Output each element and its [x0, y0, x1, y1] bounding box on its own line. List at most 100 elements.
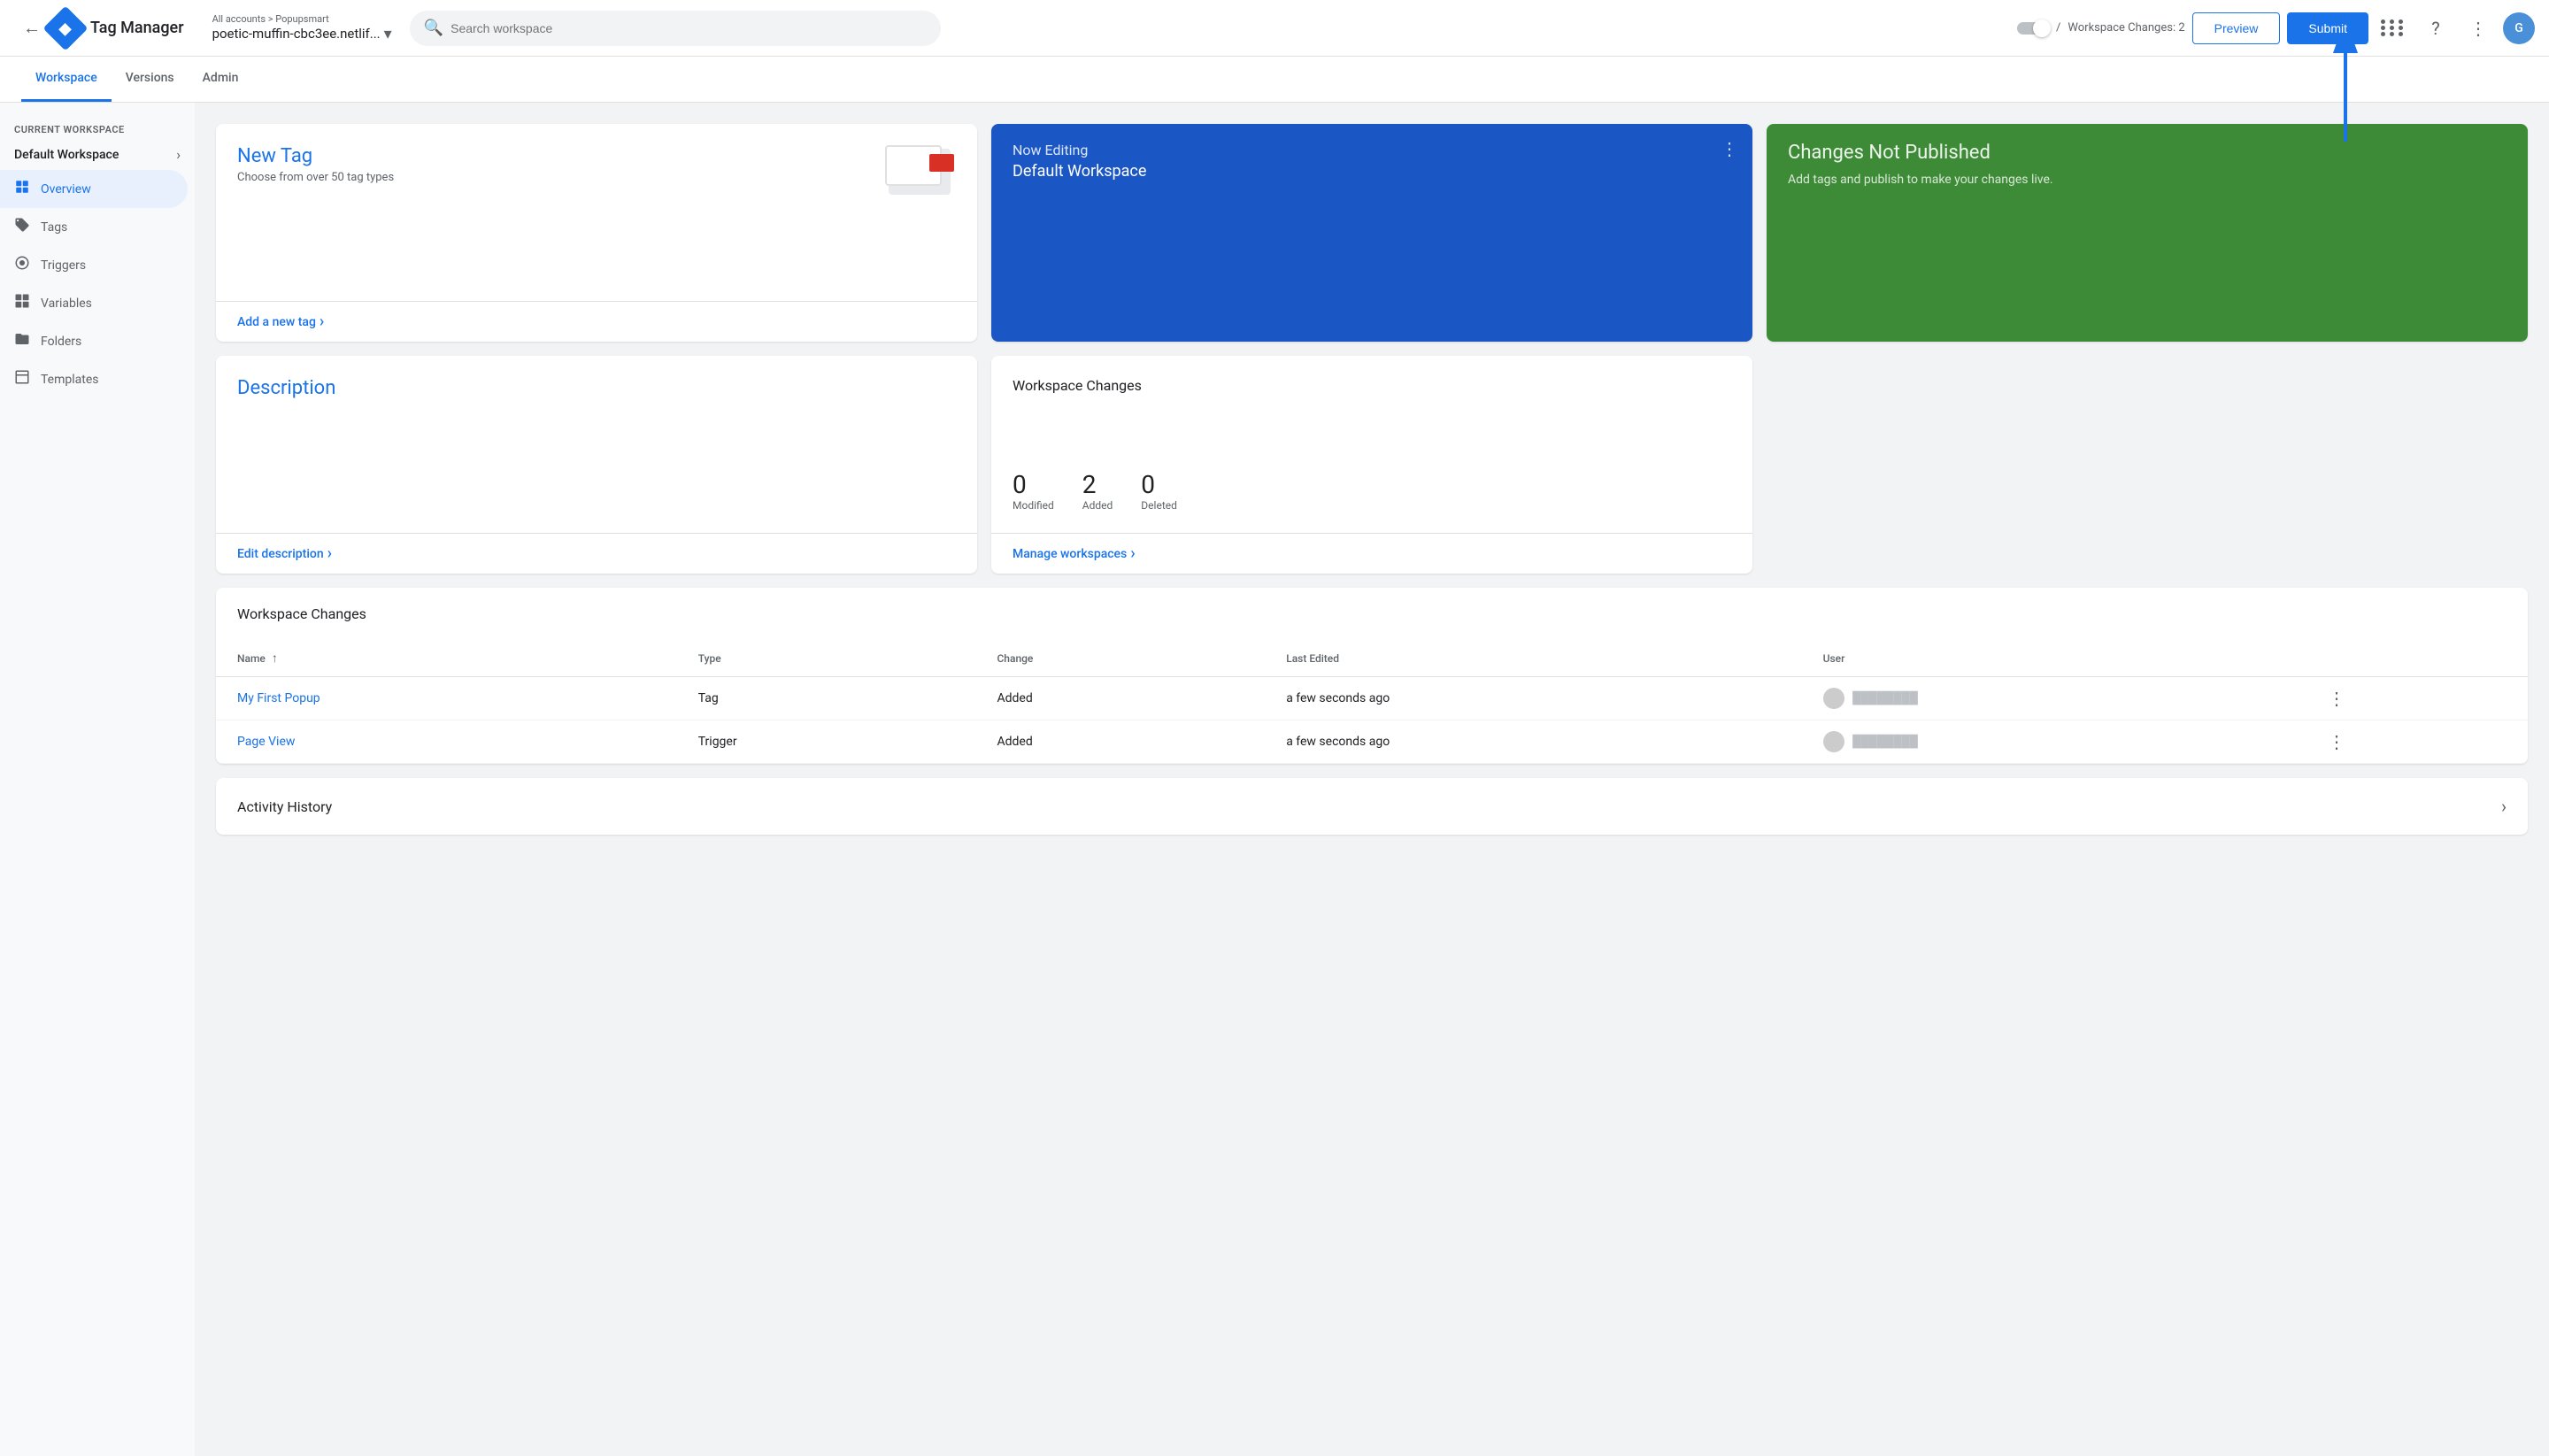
user-avatar[interactable]: G [2503, 12, 2535, 44]
app-logo: ◆ Tag Manager [50, 12, 184, 44]
more-options-button[interactable]: ⋮ [2460, 11, 2496, 46]
workspace-changes-table-title: Workspace Changes [237, 605, 366, 622]
sidebar-section-label: CURRENT WORKSPACE [0, 117, 195, 139]
description-card-body: Description [216, 356, 977, 533]
row1-user-name: ████████ [1852, 692, 1918, 705]
sidebar-item-tags[interactable]: Tags [0, 208, 188, 246]
not-published-card: Changes Not Published Add tags and publi… [1767, 124, 2528, 342]
row1-user: ████████ [1802, 677, 2306, 720]
edit-description-arrow-icon: › [327, 544, 332, 563]
sidebar-item-triggers[interactable]: Triggers [0, 246, 188, 284]
toggle-thumb [2033, 19, 2051, 37]
col-name: Name ↑ [216, 640, 677, 677]
stat-modified-number: 0 [1013, 470, 1054, 499]
sidebar-item-label-folders: Folders [41, 335, 81, 349]
row2-user: ████████ [1802, 720, 2306, 764]
row1-more-button[interactable]: ⋮ [2328, 688, 2345, 709]
tab-admin[interactable]: Admin [189, 57, 253, 102]
table-header-row: Name ↑ Type Change Last Edited User [216, 640, 2528, 677]
new-tag-card: New Tag Choose from over 50 tag types Ad… [216, 124, 977, 342]
stat-deleted-number: 0 [1141, 470, 1177, 499]
table-body: My First Popup Tag Added a few seconds a… [216, 677, 2528, 764]
search-icon: 🔍 [424, 19, 443, 37]
manage-workspaces-link[interactable]: Manage workspaces › [991, 533, 1752, 574]
tag-icon-wrapper [885, 145, 956, 198]
sidebar-item-label-tags: Tags [41, 220, 67, 235]
workspace-changes-table-header: Workspace Changes [216, 588, 2528, 640]
col-last-edited: Last Edited [1265, 640, 1801, 677]
row2-last-edited: a few seconds ago [1265, 720, 1801, 764]
activity-history-card: Activity History › [216, 778, 2528, 835]
stat-modified: 0 Modified [1013, 470, 1054, 512]
sidebar: CURRENT WORKSPACE Default Workspace › Ov… [0, 103, 195, 1456]
table-head: Name ↑ Type Change Last Edited User [216, 640, 2528, 677]
account-selector[interactable]: All accounts > Popupsmart poetic-muffin-… [212, 13, 392, 43]
row2-type: Trigger [677, 720, 976, 764]
sidebar-item-folders[interactable]: Folders [0, 322, 188, 360]
sidebar-item-label-triggers: Triggers [41, 258, 86, 273]
row2-actions: ⋮ [2306, 720, 2528, 764]
now-editing-card: Now Editing Default Workspace ⋮ [991, 124, 1752, 342]
workspace-selector[interactable]: Default Workspace › [0, 139, 195, 170]
workspace-name: Default Workspace [14, 148, 176, 162]
dropdown-arrow-icon: ▾ [384, 25, 392, 43]
sidebar-item-label-templates: Templates [41, 373, 99, 387]
help-button[interactable]: ? [2418, 11, 2453, 46]
workspace-changes-body: Workspace Changes 0 Modified 2 Added 0 D [991, 356, 1752, 533]
now-editing-workspace-name: Default Workspace [1013, 162, 1731, 181]
row1-actions: ⋮ [2306, 677, 2528, 720]
row1-user-avatar [1823, 688, 1844, 709]
row1-name[interactable]: My First Popup [216, 677, 677, 720]
row2-user-avatar [1823, 731, 1844, 752]
tag-icon-red [929, 154, 954, 172]
description-title: Description [237, 377, 956, 399]
stat-deleted: 0 Deleted [1141, 470, 1177, 512]
search-input[interactable] [451, 21, 927, 35]
app-name-label: Tag Manager [90, 19, 184, 37]
tab-workspace[interactable]: Workspace [21, 57, 112, 102]
edit-description-link[interactable]: Edit description › [216, 533, 977, 574]
row2-change: Added [975, 720, 1265, 764]
manage-workspaces-arrow-icon: › [1130, 544, 1135, 563]
changes-stats: 0 Modified 2 Added 0 Deleted [1013, 470, 1731, 512]
nav-tabs: Workspace Versions Admin [0, 57, 2549, 103]
page-layout: CURRENT WORKSPACE Default Workspace › Ov… [0, 103, 2549, 1456]
workspace-changes-label: Workspace Changes: 2 [2068, 21, 2184, 35]
workspace-changes-card-title: Workspace Changes [1013, 377, 1731, 394]
not-published-description: Add tags and publish to make your change… [1788, 171, 2507, 189]
stat-deleted-label: Deleted [1141, 499, 1177, 512]
empty-card-slot [1767, 356, 2528, 574]
description-card: Description Edit description › [216, 356, 977, 574]
add-new-tag-link[interactable]: Add a new tag › [216, 301, 977, 342]
folders-icon [14, 331, 30, 351]
col-change: Change [975, 640, 1265, 677]
submit-button[interactable]: Submit [2287, 12, 2368, 44]
preview-button[interactable]: Preview [2192, 12, 2281, 44]
sort-icon: ↑ [272, 651, 278, 666]
sidebar-item-variables[interactable]: Variables [0, 284, 188, 322]
activity-header: Activity History › [216, 778, 2528, 835]
workspace-changes-info: / Workspace Changes: 2 [2017, 21, 2185, 35]
search-bar[interactable]: 🔍 [410, 11, 941, 46]
sidebar-item-label-variables: Variables [41, 297, 92, 311]
sidebar-item-templates[interactable]: Templates [0, 360, 188, 398]
row1-last-edited: a few seconds ago [1265, 677, 1801, 720]
row1-type: Tag [677, 677, 976, 720]
triggers-icon [14, 255, 30, 275]
apps-button[interactable] [2376, 11, 2411, 46]
activity-title: Activity History [237, 798, 332, 815]
stat-added-number: 2 [1082, 470, 1113, 499]
row2-name[interactable]: Page View [216, 720, 677, 764]
new-tag-card-top: New Tag Choose from over 50 tag types [237, 145, 956, 198]
sidebar-item-overview[interactable]: Overview [0, 170, 188, 208]
main-content: New Tag Choose from over 50 tag types Ad… [195, 103, 2549, 1456]
tab-versions[interactable]: Versions [112, 57, 189, 102]
workspace-changes-table-card: Workspace Changes Name ↑ Type Change Las… [216, 588, 2528, 764]
row2-more-button[interactable]: ⋮ [2328, 731, 2345, 752]
col-type: Type [677, 640, 976, 677]
row1-change: Added [975, 677, 1265, 720]
stat-added: 2 Added [1082, 470, 1113, 512]
activity-expand-button[interactable]: › [2501, 796, 2507, 817]
col-user: User [1802, 640, 2306, 677]
now-editing-more-button[interactable]: ⋮ [1721, 138, 1738, 159]
